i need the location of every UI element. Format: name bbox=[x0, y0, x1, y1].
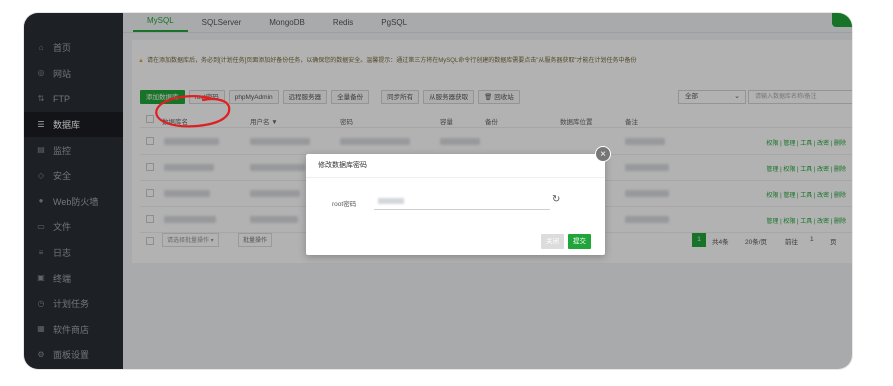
cancel-button[interactable]: 关闭 bbox=[541, 234, 564, 249]
blurred-password-value bbox=[378, 198, 404, 205]
close-icon[interactable]: × bbox=[595, 146, 611, 162]
root-password-input[interactable] bbox=[374, 193, 550, 210]
app-window: ⌂ 首页 ◎ 网站 ⇅ FTP ☰ 数据库 ▤ 监控 ◇ 安全 ● Web防火墙 ▭ 文件 ≡ 日志 ▣ 终端 ◷ 计划任… bbox=[24, 13, 852, 369]
root-password-label: root密码 bbox=[332, 201, 357, 208]
refresh-icon[interactable]: ↻ bbox=[552, 194, 560, 205]
dialog-title: 修改数据库密码 bbox=[306, 154, 605, 178]
change-password-dialog: 修改数据库密码 × root密码 ↻ 关闭 提交 bbox=[306, 146, 611, 255]
submit-button[interactable]: 提交 bbox=[568, 234, 591, 249]
